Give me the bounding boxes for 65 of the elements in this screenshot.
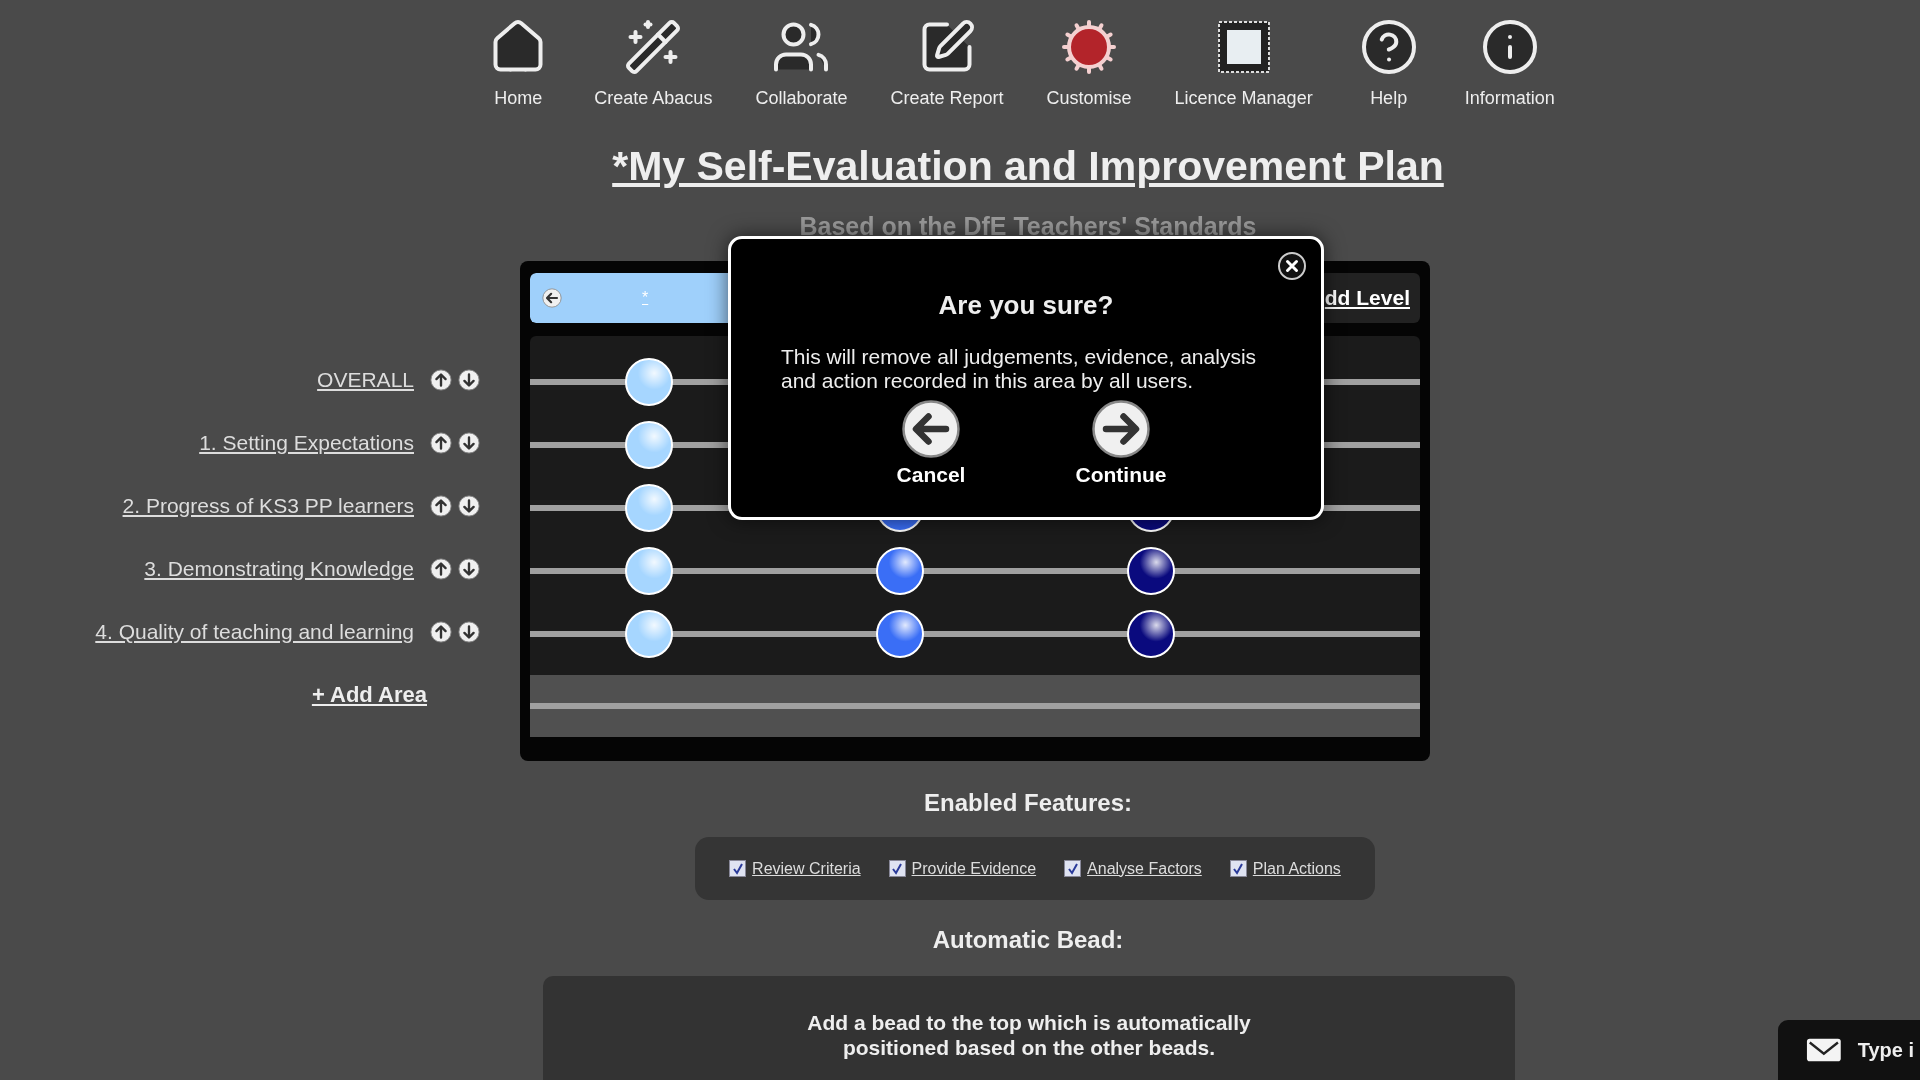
feature-label[interactable]: Analyse Factors <box>1087 859 1202 878</box>
toolbar-button[interactable]: Customise <box>1046 10 1132 109</box>
arrow-down-icon <box>458 620 480 643</box>
add-area-link[interactable]: + Add Area <box>311 663 427 726</box>
add-level-link[interactable]: dd Level <box>1324 286 1410 310</box>
bead[interactable] <box>876 546 924 595</box>
toolbar-button[interactable]: Home <box>485 10 552 109</box>
move-down-button[interactable] <box>458 620 480 643</box>
chat-widget[interactable]: Type i <box>1778 1020 1920 1080</box>
arrow-down-icon <box>458 431 480 454</box>
arrow-down-icon <box>458 368 480 391</box>
page-title: *My Self-Evaluation and Improvement Plan <box>611 143 1445 190</box>
continue-button[interactable]: Continue <box>1066 399 1176 487</box>
area-link[interactable]: 3. Demonstrating Knowledge <box>144 556 414 581</box>
arrow-up-icon <box>430 494 452 517</box>
area-link[interactable]: OVERALL <box>317 367 414 392</box>
bead[interactable] <box>625 420 673 469</box>
bead[interactable] <box>876 609 924 658</box>
toolbar-button[interactable]: Create Report <box>890 10 1004 109</box>
arrow-down-icon <box>458 557 480 580</box>
close-icon <box>1277 251 1307 281</box>
close-button[interactable] <box>1277 251 1307 281</box>
checkbox[interactable] <box>1229 860 1247 877</box>
bead[interactable] <box>625 483 673 532</box>
bead[interactable] <box>1127 609 1175 658</box>
move-up-button[interactable] <box>430 620 452 643</box>
section-heading: Automatic Bead: <box>931 926 1125 954</box>
checkbox[interactable] <box>1064 860 1082 877</box>
move-down-button[interactable] <box>458 557 480 580</box>
section-heading: Enabled Features: <box>922 789 1134 817</box>
cancel-button[interactable]: Cancel <box>876 399 986 487</box>
checkbox[interactable] <box>888 860 906 877</box>
feature-label[interactable]: Review Criteria <box>752 859 861 878</box>
area-link[interactable]: 4. Quality of teaching and learning <box>95 619 414 644</box>
bead[interactable] <box>1127 546 1175 595</box>
toolbar-button[interactable]: Help <box>1355 10 1422 109</box>
feature-label[interactable]: Plan Actions <box>1252 859 1341 878</box>
checkbox[interactable] <box>729 860 747 877</box>
envelope-icon <box>1806 1037 1842 1063</box>
arrow-up-icon <box>430 557 452 580</box>
arrow-up-icon <box>430 620 452 643</box>
automatic-bead-description: Add a bead to the top which is automatically positioned based on the other beads. <box>806 1010 1252 1060</box>
toolbar-button[interactable]: Licence Manager <box>1174 10 1313 109</box>
bead[interactable] <box>625 609 673 658</box>
area-link[interactable]: 1. Setting Expectations <box>199 430 414 455</box>
move-down-button[interactable] <box>458 368 480 391</box>
bead[interactable] <box>625 546 673 595</box>
feature-label[interactable]: Provide Evidence <box>911 859 1037 878</box>
dialog-message: This will remove all judgements, evidence, analysis and action recorded in this area by all users. <box>781 345 1258 393</box>
area-link[interactable]: 2. Progress of KS3 PP learners <box>122 493 414 518</box>
move-up-button[interactable] <box>430 431 452 454</box>
bead[interactable] <box>625 357 673 406</box>
arrow-up-icon <box>430 368 452 391</box>
page-subtitle: Based on the DfE Teachers' Standards <box>798 212 1258 241</box>
move-down-button[interactable] <box>458 431 480 454</box>
toolbar-button[interactable]: Information <box>1464 10 1555 109</box>
toolbar-button[interactable]: Collaborate <box>755 10 848 109</box>
arrow-down-icon <box>458 494 480 517</box>
toolbar-button[interactable]: Create Abacus <box>594 10 713 109</box>
move-up-button[interactable] <box>430 494 452 517</box>
move-down-button[interactable] <box>458 494 480 517</box>
arrow-up-icon <box>430 431 452 454</box>
move-up-button[interactable] <box>430 557 452 580</box>
dialog-title: Are you sure? <box>937 290 1115 321</box>
move-up-button[interactable] <box>430 368 452 391</box>
